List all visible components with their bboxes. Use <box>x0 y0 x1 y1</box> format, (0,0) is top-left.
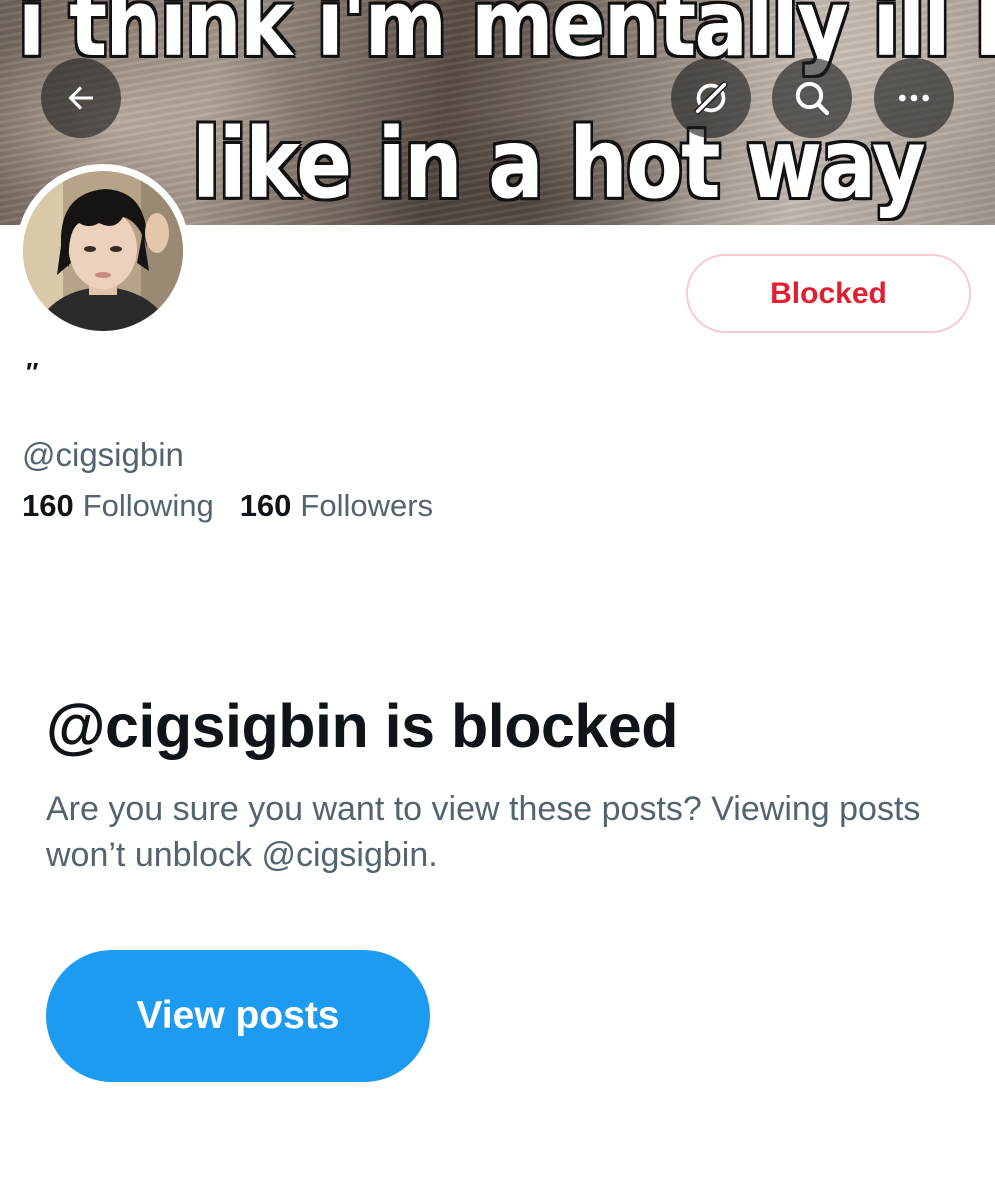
more-horizontal-icon <box>899 94 929 102</box>
grok-icon <box>693 80 729 116</box>
arrow-left-icon <box>68 86 93 110</box>
following-stat[interactable]: 160 Following <box>22 486 214 526</box>
blocked-button[interactable]: Blocked <box>686 254 971 333</box>
followers-stat[interactable]: 160 Followers <box>240 486 433 526</box>
view-posts-button[interactable]: View posts <box>46 950 430 1082</box>
avatar-photo <box>23 171 183 331</box>
avatar[interactable] <box>16 164 190 338</box>
followers-count: 160 <box>239 488 292 523</box>
display-name: ″ <box>26 357 39 387</box>
grok-button[interactable] <box>671 58 751 138</box>
blocked-description: Are you sure you want to view these post… <box>46 790 921 874</box>
search-button[interactable] <box>772 58 852 138</box>
blocked-title: @cigsigbin is blocked <box>46 692 679 760</box>
followers-label: Followers <box>300 488 434 523</box>
follow-stats: 160 Following 160 Followers <box>22 486 433 526</box>
more-options-button[interactable] <box>874 58 954 138</box>
following-label: Following <box>82 488 214 523</box>
back-button[interactable] <box>41 58 121 138</box>
following-count: 160 <box>22 488 74 523</box>
search-icon <box>795 81 830 116</box>
profile-handle: @cigsigbin <box>22 436 184 473</box>
banner-caption-line-1: i think i'm mentally ill but <box>18 0 995 77</box>
